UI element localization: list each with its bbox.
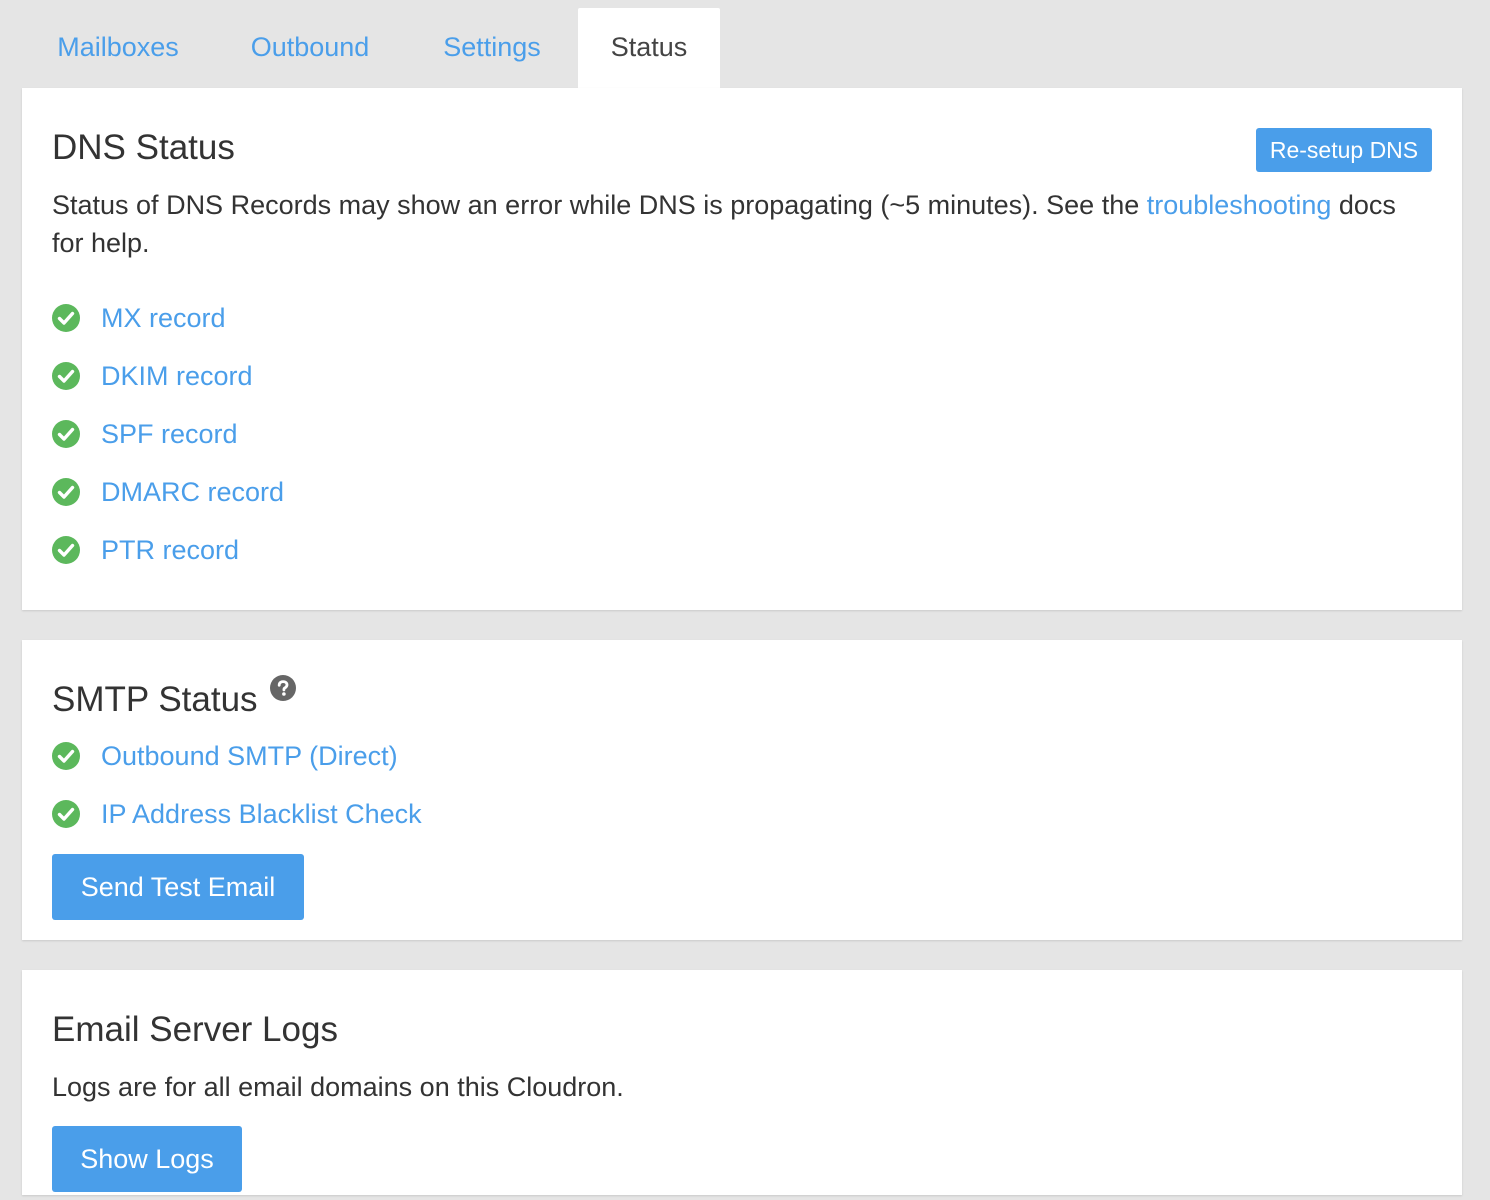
dns-record-dkim: DKIM record xyxy=(52,356,253,396)
smtp-check-outbound: Outbound SMTP (Direct) xyxy=(52,736,398,776)
check-circle-icon xyxy=(52,536,80,564)
dns-status-title: DNS Status xyxy=(52,128,235,167)
check-circle-icon xyxy=(52,362,80,390)
dns-description-text: Status of DNS Records may show an error … xyxy=(52,190,1147,220)
dmarc-record-link[interactable]: DMARC record xyxy=(101,477,284,508)
tab-mailboxes[interactable]: Mailboxes xyxy=(22,8,214,88)
mx-record-link[interactable]: MX record xyxy=(101,303,226,334)
spf-record-link[interactable]: SPF record xyxy=(101,419,238,450)
send-test-email-button[interactable]: Send Test Email xyxy=(52,854,304,920)
smtp-check-blacklist: IP Address Blacklist Check xyxy=(52,794,422,834)
smtp-status-title: SMTP Status xyxy=(52,680,258,719)
check-circle-icon xyxy=(52,478,80,506)
tab-settings[interactable]: Settings xyxy=(406,8,578,88)
dns-status-card: DNS Status Re-setup DNS Status of DNS Re… xyxy=(22,88,1462,610)
check-circle-icon xyxy=(52,304,80,332)
troubleshooting-link[interactable]: troubleshooting xyxy=(1147,190,1332,220)
dns-record-spf: SPF record xyxy=(52,414,238,454)
dns-record-dmarc: DMARC record xyxy=(52,472,284,512)
dns-record-ptr: PTR record xyxy=(52,530,239,570)
email-logs-title: Email Server Logs xyxy=(52,1010,338,1049)
dns-record-mx: MX record xyxy=(52,298,226,338)
check-circle-icon xyxy=(52,420,80,448)
ip-blacklist-check-link[interactable]: IP Address Blacklist Check xyxy=(101,799,422,830)
tab-outbound[interactable]: Outbound xyxy=(214,8,406,88)
outbound-smtp-link[interactable]: Outbound SMTP (Direct) xyxy=(101,741,398,772)
show-logs-button[interactable]: Show Logs xyxy=(52,1126,242,1192)
question-circle-icon[interactable] xyxy=(270,675,296,701)
check-circle-icon xyxy=(52,742,80,770)
email-logs-description: Logs are for all email domains on this C… xyxy=(52,1072,624,1102)
tab-status[interactable]: Status xyxy=(578,8,720,88)
resetup-dns-button[interactable]: Re-setup DNS xyxy=(1256,128,1432,172)
smtp-status-card: SMTP Status Outbound SMTP (Direct) IP Ad… xyxy=(22,640,1462,940)
email-logs-card: Email Server Logs Logs are for all email… xyxy=(22,970,1462,1195)
tab-bar: Mailboxes Outbound Settings Status xyxy=(22,8,720,88)
dns-description: Status of DNS Records may show an error … xyxy=(52,186,1412,262)
check-circle-icon xyxy=(52,800,80,828)
ptr-record-link[interactable]: PTR record xyxy=(101,535,239,566)
dkim-record-link[interactable]: DKIM record xyxy=(101,361,253,392)
